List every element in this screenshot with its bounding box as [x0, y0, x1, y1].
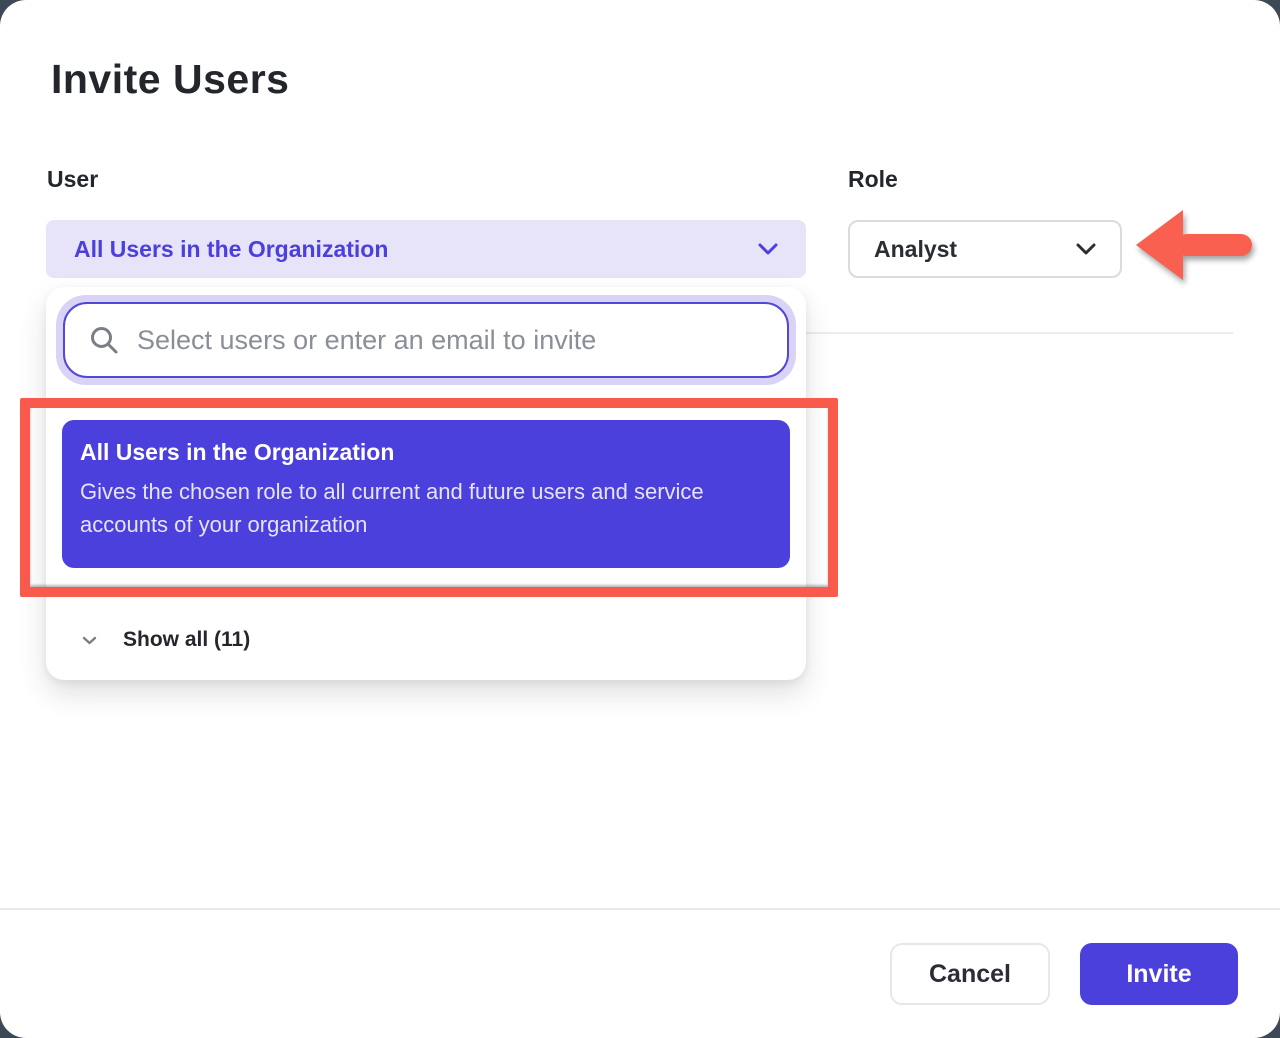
- search-input[interactable]: [137, 325, 763, 356]
- red-arrow-annotation: [1136, 209, 1254, 281]
- cancel-button[interactable]: Cancel: [890, 943, 1050, 1005]
- user-dropdown-panel: All Users in the Organization Gives the …: [46, 287, 806, 680]
- chevron-down-icon: [82, 636, 97, 645]
- chevron-down-icon: [1076, 243, 1096, 255]
- search-input-container: [63, 302, 789, 378]
- role-select-value: Analyst: [874, 236, 1076, 263]
- chevron-down-icon: [758, 243, 778, 255]
- footer-divider: [0, 908, 1280, 910]
- dropdown-option-all-users[interactable]: All Users in the Organization Gives the …: [62, 420, 790, 568]
- search-icon: [89, 325, 119, 355]
- option-description: Gives the chosen role to all current and…: [80, 475, 770, 541]
- option-title: All Users in the Organization: [80, 439, 770, 466]
- show-all-toggle[interactable]: Show all (11): [46, 613, 806, 667]
- show-all-label: Show all (11): [123, 628, 250, 652]
- user-select-value: All Users in the Organization: [74, 236, 758, 263]
- role-select[interactable]: Analyst: [848, 220, 1122, 278]
- search-focus-ring: [56, 295, 796, 385]
- user-field-label: User: [47, 166, 98, 193]
- invite-users-modal: Invite Users User Role All Users in the …: [0, 0, 1280, 1038]
- invite-button[interactable]: Invite: [1080, 943, 1238, 1005]
- page-title: Invite Users: [51, 56, 289, 103]
- user-select[interactable]: All Users in the Organization: [46, 220, 806, 278]
- role-field-label: Role: [848, 166, 898, 193]
